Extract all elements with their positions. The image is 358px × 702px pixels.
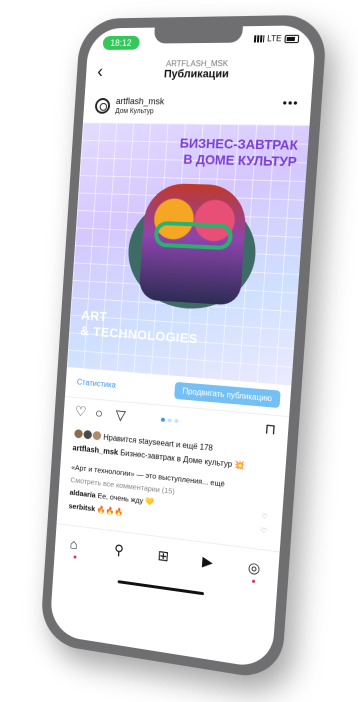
post-location[interactable]: Дом Культур	[115, 108, 154, 115]
send-icon[interactable]: ▽	[115, 407, 126, 425]
signal-icon	[253, 35, 265, 43]
status-time: 18:12	[102, 35, 140, 50]
infinity-glasses	[153, 220, 234, 251]
image-headline: БИЗНЕС-ЗАВТРАК В ДОМЕ КУЛЬТУР	[178, 136, 298, 171]
comment-user[interactable]: serbitsk	[68, 501, 95, 513]
status-indicators: LTE	[253, 33, 300, 44]
heart-icon[interactable]: ♡	[260, 526, 267, 535]
liker-avatars	[73, 427, 103, 443]
page-header: ‹ ARTFLASH_MSK Публикации	[85, 56, 314, 89]
bookmark-icon[interactable]: ⊓	[264, 420, 276, 438]
search-icon[interactable]: ⚲	[114, 541, 125, 559]
page-title: Публикации	[163, 68, 230, 81]
carousel-dot	[174, 418, 179, 424]
caption-user[interactable]: artflash_msk	[72, 443, 118, 457]
carousel-dots	[160, 417, 179, 424]
avatar	[91, 429, 103, 442]
comment-text: 🔥🔥🔥	[96, 504, 124, 517]
comment-user[interactable]: aldaaria	[69, 488, 96, 500]
heart-icon[interactable]: ♡	[261, 512, 268, 521]
comment-text: Ее, очень жду 💛	[97, 491, 155, 507]
stage: 18:12 LTE ‹ ARTFLASH_MSK Публикации artf…	[0, 0, 358, 702]
avatar[interactable]	[94, 98, 111, 114]
post-account-name[interactable]: artflash_msk	[116, 96, 165, 106]
comment: serbitsk 🔥🔥🔥	[68, 501, 123, 516]
network-label: LTE	[266, 33, 282, 44]
more-icon[interactable]: •••	[282, 96, 299, 111]
carousel-dot	[167, 418, 172, 423]
phone-frame: 18:12 LTE ‹ ARTFLASH_MSK Публикации artf…	[39, 14, 328, 682]
home-icon[interactable]: ⌂	[69, 536, 78, 552]
promote-button[interactable]: Продвигать публикацию	[174, 381, 281, 409]
reels-icon[interactable]: ▶	[202, 553, 214, 571]
phone-screen: 18:12 LTE ‹ ARTFLASH_MSK Публикации artf…	[49, 25, 317, 670]
stats-link[interactable]: Статистика	[77, 378, 116, 390]
image-headline-line2: В ДОМЕ КУЛЬТУР	[182, 151, 298, 170]
heart-icon[interactable]: ♡	[74, 403, 88, 421]
carousel-dot	[160, 417, 166, 422]
profile-icon[interactable]: ◎	[247, 559, 260, 578]
notch	[153, 26, 243, 44]
battery-icon	[284, 34, 300, 43]
notification-dot	[251, 579, 256, 584]
notification-dot	[73, 555, 77, 559]
comment-icon[interactable]: ○	[95, 405, 104, 421]
add-icon[interactable]: ⊞	[157, 547, 169, 565]
post-header: artflash_msk Дом Культур •••	[83, 93, 312, 125]
status-bar: 18:12 LTE	[87, 25, 316, 56]
post-image[interactable]: БИЗНЕС-ЗАВТРАК В ДОМЕ КУЛЬТУР ART & TECH…	[66, 122, 310, 386]
